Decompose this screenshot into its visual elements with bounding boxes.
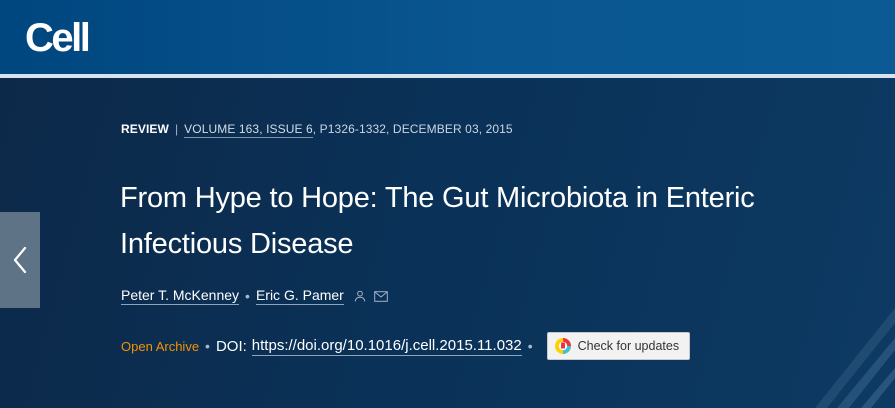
chevron-left-icon xyxy=(13,246,27,274)
meta-separator: | xyxy=(174,122,179,136)
access-separator: • xyxy=(205,338,210,354)
pages-date: , P1326-1332, DECEMBER 03, 2015 xyxy=(312,122,513,136)
access-status: Open Archive xyxy=(121,338,200,354)
cell-logo[interactable]: Cell xyxy=(25,14,91,62)
doi-label: DOI: xyxy=(215,337,247,355)
previous-article-button[interactable] xyxy=(0,212,40,308)
site-header: Cell xyxy=(0,0,895,74)
doi-separator: • xyxy=(527,338,533,354)
check-for-updates-button[interactable]: Check for updates xyxy=(546,332,691,360)
article-meta: REVIEW | VOLUME 163, ISSUE 6, P1326-1332, … xyxy=(121,122,513,138)
person-icon[interactable] xyxy=(354,290,366,302)
author-link[interactable]: Eric G. Pamer xyxy=(255,287,344,305)
check-for-updates-label: Check for updates xyxy=(577,339,680,353)
volume-issue-link[interactable]: VOLUME 163, ISSUE 6 xyxy=(184,122,313,138)
crossmark-icon xyxy=(554,338,571,354)
mail-icon[interactable] xyxy=(374,290,388,302)
article-title: From Hype to Hope: The Gut Microbiota in… xyxy=(120,182,755,260)
author-separator: • xyxy=(245,288,250,304)
decorative-graphic xyxy=(815,308,895,408)
author-list: Peter T. McKenney • Eric G. Pamer xyxy=(121,287,388,305)
author-link[interactable]: Peter T. McKenney xyxy=(121,287,240,305)
doi-link[interactable]: https://doi.org/10.1016/j.cell.2015.11.0… xyxy=(251,337,522,356)
article-type: REVIEW xyxy=(121,122,169,136)
access-doi-row: Open Archive • DOI: https://doi.org/10.1… xyxy=(121,332,691,360)
